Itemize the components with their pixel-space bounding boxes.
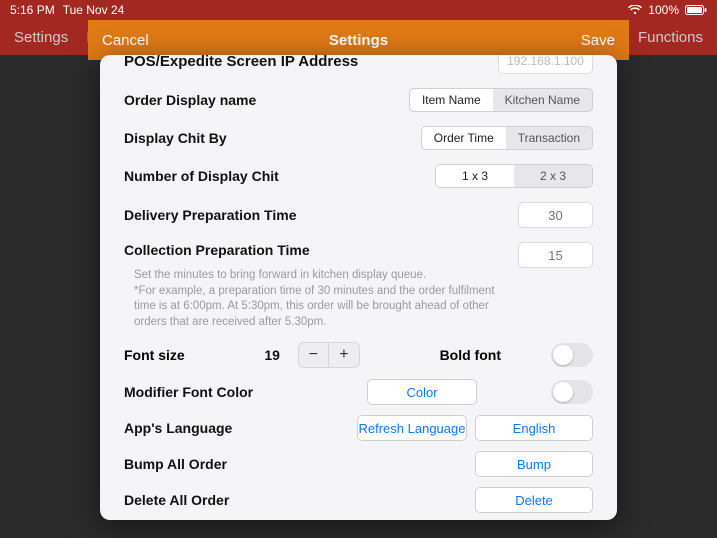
status-bar: 5:16 PM Tue Nov 24 100% (0, 0, 717, 20)
status-time: 5:16 PM (10, 3, 55, 17)
delivery-prep-label: Delivery Preparation Time (124, 207, 296, 223)
modifier-color-toggle[interactable] (551, 380, 593, 404)
collection-prep-input[interactable] (518, 242, 593, 268)
display-chit-by-order-time[interactable]: Order Time (422, 127, 506, 149)
font-size-stepper[interactable]: − + (298, 342, 360, 368)
modal-title: Settings (88, 32, 629, 49)
modal-header: Cancel Settings Save (88, 20, 629, 60)
collection-prep-label: Collection Preparation Time (124, 242, 310, 258)
modifier-color-label: Modifier Font Color (124, 384, 253, 400)
settings-sheet: POS/Expedite Screen IP Address 192.168.1… (100, 55, 617, 520)
display-chit-by-segment[interactable]: Order Time Transaction (421, 126, 593, 150)
pos-ip-label: POS/Expedite Screen IP Address (124, 55, 358, 70)
delete-all-button[interactable]: Delete (475, 487, 593, 513)
delivery-prep-input[interactable] (518, 202, 593, 228)
font-size-value: 19 (264, 347, 280, 363)
order-display-label: Order Display name (124, 92, 256, 108)
collection-prep-help: Set the minutes to bring forward in kitc… (124, 268, 514, 336)
save-button[interactable]: Save (581, 32, 615, 49)
language-select-button[interactable]: English (475, 415, 593, 441)
battery-icon (685, 5, 707, 15)
font-size-increment[interactable]: + (329, 343, 359, 367)
bump-all-button[interactable]: Bump (475, 451, 593, 477)
refresh-language-button[interactable]: Refresh Language (357, 415, 467, 441)
status-date: Tue Nov 24 (63, 3, 125, 17)
language-label: App's Language (124, 420, 232, 436)
bold-font-toggle[interactable] (551, 343, 593, 367)
font-size-decrement[interactable]: − (299, 343, 329, 367)
num-display-chit-label: Number of Display Chit (124, 168, 279, 184)
pos-ip-input[interactable]: 192.168.1.100 (498, 55, 593, 74)
order-display-item-name[interactable]: Item Name (410, 89, 493, 111)
cancel-button[interactable]: Cancel (102, 32, 149, 49)
modifier-color-button[interactable]: Color (367, 379, 477, 405)
bg-settings-tab[interactable]: Settings (14, 29, 68, 46)
num-display-chit-1x3[interactable]: 1 x 3 (436, 165, 514, 187)
order-display-kitchen-name[interactable]: Kitchen Name (493, 89, 592, 111)
display-chit-by-label: Display Chit By (124, 130, 227, 146)
bg-functions-tab[interactable]: Functions (638, 29, 703, 46)
num-display-chit-segment[interactable]: 1 x 3 2 x 3 (435, 164, 593, 188)
bump-all-label: Bump All Order (124, 456, 227, 472)
screen: 5:16 PM Tue Nov 24 100% Settings Reports… (0, 0, 717, 538)
num-display-chit-2x3[interactable]: 2 x 3 (514, 165, 592, 187)
wifi-icon (628, 5, 642, 15)
battery-percent: 100% (648, 3, 679, 17)
bold-font-label: Bold font (440, 347, 501, 363)
order-display-segment[interactable]: Item Name Kitchen Name (409, 88, 593, 112)
settings-scroll[interactable]: POS/Expedite Screen IP Address 192.168.1… (100, 55, 617, 520)
delete-all-label: Delete All Order (124, 492, 229, 508)
display-chit-by-transaction[interactable]: Transaction (506, 127, 592, 149)
font-size-label: Font size (124, 347, 185, 363)
